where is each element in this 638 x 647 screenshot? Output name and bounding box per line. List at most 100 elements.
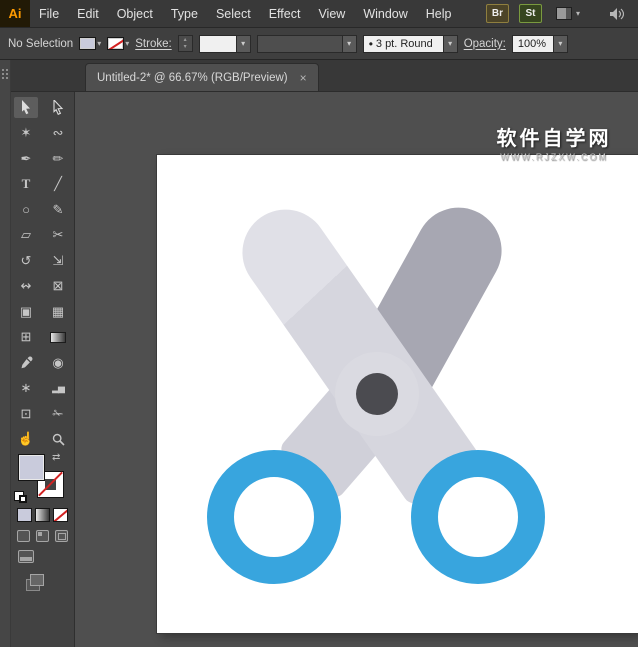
screen-mode-button[interactable] bbox=[18, 550, 34, 563]
fill-indicator[interactable] bbox=[18, 454, 45, 481]
draw-inside-mode-button[interactable] bbox=[55, 530, 68, 542]
magic-wand-icon: ✶ bbox=[21, 125, 32, 141]
menu-edit[interactable]: Edit bbox=[68, 0, 108, 27]
width-icon: ↭ bbox=[21, 278, 32, 294]
stock-button[interactable]: St bbox=[519, 4, 542, 23]
menu-select[interactable]: Select bbox=[207, 0, 260, 27]
lasso-icon: ∾ bbox=[53, 125, 64, 141]
menu-type[interactable]: Type bbox=[162, 0, 207, 27]
shape-builder-icon: ▣ bbox=[20, 304, 32, 320]
hand-tool[interactable]: ☝ bbox=[14, 429, 38, 450]
menu-help[interactable]: Help bbox=[417, 0, 461, 27]
chevron-down-icon: ▾ bbox=[576, 10, 580, 18]
menu-effect[interactable]: Effect bbox=[260, 0, 310, 27]
document-tab-bar: Untitled-2* @ 66.67% (RGB/Preview) × bbox=[0, 60, 638, 92]
type-icon: T bbox=[22, 176, 31, 192]
menu-object[interactable]: Object bbox=[108, 0, 162, 27]
mesh-icon: ⊞ bbox=[21, 329, 32, 345]
opacity-select[interactable]: 100% ▾ bbox=[512, 35, 568, 53]
menu-view[interactable]: View bbox=[309, 0, 354, 27]
width-tool[interactable]: ↭ bbox=[14, 276, 38, 297]
draw-behind-mode-button[interactable] bbox=[36, 530, 49, 542]
paintbrush-icon: ✎ bbox=[53, 202, 64, 218]
stroke-weight-stepper[interactable]: ▴ ▾ bbox=[178, 35, 193, 52]
selection-cursor-icon bbox=[20, 100, 32, 115]
gradient-tool[interactable] bbox=[46, 327, 70, 348]
mesh-tool[interactable]: ⊞ bbox=[14, 327, 38, 348]
magic-wand-tool[interactable]: ✶ bbox=[14, 123, 38, 144]
fill-swatch-icon bbox=[79, 37, 96, 50]
stroke-panel-link[interactable]: Stroke: bbox=[135, 38, 171, 50]
gradient-button[interactable] bbox=[35, 508, 50, 522]
ellipse-icon: ○ bbox=[22, 202, 30, 217]
selection-tool[interactable] bbox=[14, 97, 38, 118]
stroke-none-swatch-icon bbox=[107, 37, 124, 50]
variable-width-select[interactable]: ▾ bbox=[257, 35, 357, 53]
app-logo-ai: Ai bbox=[0, 0, 30, 27]
free-transform-tool[interactable]: ⊠ bbox=[46, 276, 70, 297]
pencil-tool[interactable]: ✏ bbox=[46, 148, 70, 169]
eraser-tool[interactable]: ▱ bbox=[14, 225, 38, 246]
scissors-right-handle[interactable] bbox=[411, 450, 545, 584]
shape-builder-tool[interactable]: ▣ bbox=[14, 301, 38, 322]
eraser-icon: ▱ bbox=[21, 227, 31, 243]
close-icon[interactable]: × bbox=[300, 71, 307, 85]
dock-grip-handle[interactable] bbox=[2, 69, 4, 71]
scissors-tool[interactable]: ✂ bbox=[46, 225, 70, 246]
eyedropper-tool[interactable] bbox=[14, 352, 38, 373]
scale-icon: ⇲ bbox=[53, 253, 64, 269]
document-tab[interactable]: Untitled-2* @ 66.67% (RGB/Preview) × bbox=[85, 63, 319, 91]
line-segment-tool[interactable]: ╱ bbox=[46, 174, 70, 195]
workspace-switcher[interactable]: ▾ bbox=[556, 7, 580, 20]
type-tool[interactable]: T bbox=[14, 174, 38, 195]
brush-definition-select[interactable]: • 3 pt. Round ▾ bbox=[363, 35, 458, 53]
bridge-button[interactable]: Br bbox=[486, 4, 509, 23]
ellipse-tool[interactable]: ○ bbox=[14, 199, 38, 220]
color-button[interactable] bbox=[17, 508, 32, 522]
slice-tool[interactable]: ✁ bbox=[46, 403, 70, 424]
speaker-icon bbox=[608, 7, 624, 21]
column-graph-tool[interactable]: ▂▅ bbox=[46, 378, 70, 399]
symbol-sprayer-tool[interactable]: ∗ bbox=[14, 378, 38, 399]
direct-selection-cursor-icon bbox=[52, 100, 64, 115]
fill-color-dropdown[interactable]: ▾ bbox=[79, 37, 101, 50]
canvas-area[interactable]: 软件自学网 WWW.RJZXW.COM bbox=[75, 92, 638, 647]
paintbrush-tool[interactable]: ✎ bbox=[46, 199, 70, 220]
symbol-sprayer-icon: ∗ bbox=[21, 380, 32, 396]
draw-normal-mode-button[interactable] bbox=[17, 530, 30, 542]
collapsed-panel-icon[interactable] bbox=[30, 574, 44, 586]
eyedropper-icon bbox=[20, 356, 33, 369]
stepper-down-icon: ▾ bbox=[184, 44, 187, 51]
paint-style-buttons bbox=[10, 508, 75, 526]
default-fill-stroke-icon[interactable] bbox=[14, 491, 29, 504]
stroke-color-dropdown[interactable]: ▾ bbox=[107, 37, 129, 50]
watermark-url: WWW.RJZXW.COM bbox=[465, 152, 638, 162]
direct-selection-tool[interactable] bbox=[46, 97, 70, 118]
scale-tool[interactable]: ⇲ bbox=[46, 250, 70, 271]
lasso-tool[interactable]: ∾ bbox=[46, 123, 70, 144]
swap-fill-stroke-icon[interactable]: ⇄ bbox=[52, 452, 60, 463]
blend-tool[interactable]: ◉ bbox=[46, 352, 70, 373]
pen-tool[interactable]: ✒ bbox=[14, 148, 38, 169]
zoom-magnifier-icon bbox=[52, 433, 65, 446]
none-button[interactable] bbox=[53, 508, 68, 522]
stroke-weight-select[interactable]: ▾ bbox=[199, 35, 251, 53]
perspective-grid-tool[interactable]: ▦ bbox=[46, 301, 70, 322]
selection-status: No Selection bbox=[8, 38, 73, 50]
pen-icon: ✒ bbox=[21, 151, 32, 167]
artboard-tool[interactable]: ⊡ bbox=[14, 403, 38, 424]
workspace-icon bbox=[556, 7, 572, 20]
rotate-tool[interactable]: ↺ bbox=[14, 250, 38, 271]
chevron-down-icon: ▾ bbox=[125, 40, 129, 48]
scissors-left-handle[interactable] bbox=[207, 450, 341, 584]
artboard[interactable] bbox=[157, 155, 638, 633]
menubar-right-group: Br St ▾ bbox=[476, 0, 638, 27]
opacity-panel-link[interactable]: Opacity: bbox=[464, 38, 506, 50]
chevron-down-icon: ▾ bbox=[443, 36, 457, 52]
default-stroke-chip bbox=[19, 495, 27, 503]
menu-window[interactable]: Window bbox=[354, 0, 416, 27]
zoom-tool[interactable] bbox=[46, 429, 70, 450]
menu-file[interactable]: File bbox=[30, 0, 68, 27]
scissors-pivot-dot[interactable] bbox=[356, 373, 398, 415]
hand-icon: ☝ bbox=[18, 431, 34, 447]
